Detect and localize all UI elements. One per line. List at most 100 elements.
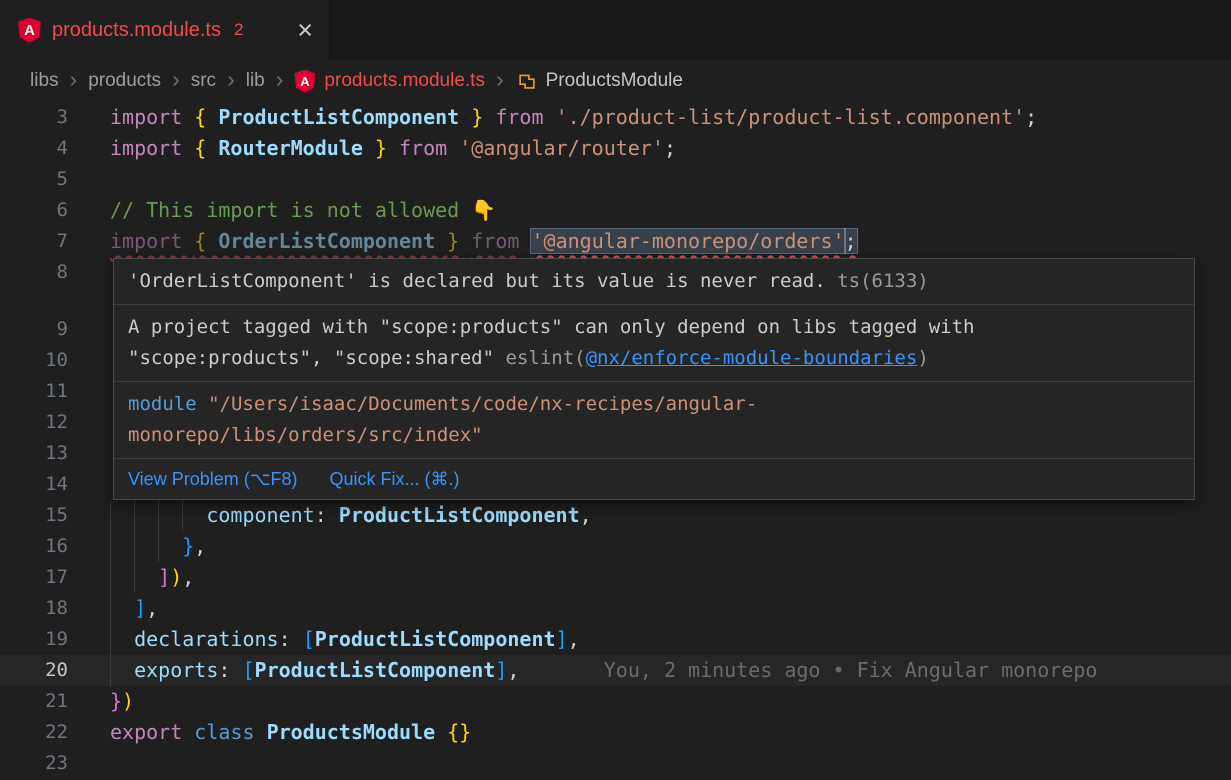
indent-guide — [110, 655, 111, 686]
code-line-15[interactable]: 15 component: ProductListComponent, — [0, 500, 1231, 531]
code-line-20[interactable]: 20 exports: [ProductListComponent],You, … — [0, 655, 1231, 686]
line-number: 9 — [0, 314, 68, 345]
line-number: 14 — [0, 469, 68, 500]
token: ) — [170, 565, 182, 589]
code-line-16[interactable]: 16 }, — [0, 531, 1231, 562]
token — [519, 229, 531, 253]
token: { — [194, 136, 206, 160]
code-content: exports: [ProductListComponent],You, 2 m… — [110, 655, 1097, 686]
token: { — [194, 105, 206, 129]
line-number: 17 — [0, 562, 68, 593]
hover-line: monorepo/libs/orders/src/index" — [128, 420, 1180, 451]
code-line-22[interactable]: 22export class ProductsModule {} — [0, 717, 1231, 748]
chevron-right-icon: › — [68, 68, 80, 95]
hover-text: "/Users/isaac/Documents/code/nx-recipes/… — [208, 393, 757, 415]
token: class — [194, 720, 254, 744]
token: } — [375, 136, 387, 160]
token: : — [218, 658, 242, 682]
code-content: ], — [110, 593, 158, 624]
token — [110, 534, 182, 558]
token: ProductListComponent — [315, 627, 556, 651]
line-number: 13 — [0, 438, 68, 469]
code-content: import { RouterModule } from '@angular/r… — [110, 133, 676, 164]
indent-guide — [134, 562, 135, 593]
code-line-21[interactable]: 21}) — [0, 686, 1231, 717]
line-number: 21 — [0, 686, 68, 717]
code-line-18[interactable]: 18 ], — [0, 593, 1231, 624]
token: from — [495, 105, 543, 129]
code-editor[interactable]: 3import { ProductListComponent } from '.… — [0, 102, 1231, 780]
token — [110, 658, 134, 682]
token: ProductsModule — [267, 720, 436, 744]
line-number: 7 — [0, 226, 68, 257]
line-number: 19 — [0, 624, 68, 655]
hover-line: module "/Users/isaac/Documents/code/nx-r… — [128, 389, 1180, 420]
hover-actions: View Problem (⌥F8) Quick Fix... (⌘.) — [114, 459, 1194, 499]
code-line-19[interactable]: 19 declarations: [ProductListComponent], — [0, 624, 1231, 655]
token: : — [315, 503, 339, 527]
token: } — [182, 534, 194, 558]
chevron-right-icon: › — [494, 68, 506, 95]
breadcrumb-file[interactable]: products.module.ts — [324, 70, 485, 92]
error-hover-popup: 'OrderListComponent' is declared but its… — [113, 258, 1195, 500]
eslint-rule-link[interactable]: @nx/enforce-module-boundaries — [586, 347, 918, 369]
token: , — [568, 627, 580, 651]
line-number: 15 — [0, 500, 68, 531]
code-content: export class ProductsModule {} — [110, 717, 471, 748]
code-line-23[interactable]: 23 — [0, 748, 1231, 779]
angular-icon: A — [294, 70, 315, 93]
token: [ — [303, 627, 315, 651]
code-content: import { ProductListComponent } from './… — [110, 102, 1037, 133]
token: ] — [158, 565, 170, 589]
token — [387, 136, 399, 160]
quick-fix-action[interactable]: Quick Fix... (⌘.) — [329, 465, 459, 493]
view-problem-action[interactable]: View Problem (⌥F8) — [128, 465, 297, 493]
line-number: 6 — [0, 195, 68, 226]
indent-guide — [158, 500, 159, 531]
token: component — [206, 503, 314, 527]
chevron-right-icon: › — [170, 68, 182, 95]
code-content: ]), — [110, 562, 194, 593]
token: ] — [495, 658, 507, 682]
line-number: 16 — [0, 531, 68, 562]
line-number: 23 — [0, 748, 68, 779]
token — [110, 627, 134, 651]
token: } — [447, 229, 459, 253]
indent-guide — [110, 593, 111, 624]
token: , — [182, 565, 194, 589]
chevron-right-icon: › — [274, 68, 286, 95]
token — [110, 596, 134, 620]
breadcrumb-symbol[interactable]: ProductsModule — [546, 70, 683, 92]
eslint-error-message: A project tagged with "scope:products" c… — [114, 305, 1194, 382]
angular-icon-letter: A — [300, 74, 309, 89]
line-number: 12 — [0, 407, 68, 438]
breadcrumb-products[interactable]: products — [88, 70, 161, 92]
code-line-6[interactable]: 6// This import is not allowed 👇 — [0, 195, 1231, 226]
line-number: 10 — [0, 345, 68, 376]
tab-title: products.module.ts — [52, 19, 221, 42]
breadcrumb-lib[interactable]: lib — [246, 70, 265, 92]
code-line-5[interactable]: 5 — [0, 164, 1231, 195]
indent-guide — [110, 500, 111, 531]
token: ; — [845, 229, 857, 253]
code-line-7[interactable]: 7import { OrderListComponent } from '@an… — [0, 226, 1231, 257]
token — [459, 229, 471, 253]
line-number: 11 — [0, 376, 68, 407]
token: } — [110, 689, 122, 713]
code-line-4[interactable]: 4import { RouterModule } from '@angular/… — [0, 133, 1231, 164]
token: , — [146, 596, 158, 620]
hover-line: 'OrderListComponent' is declared but its… — [128, 266, 1180, 297]
code-line-3[interactable]: 3import { ProductListComponent } from '.… — [0, 102, 1231, 133]
token: OrderListComponent — [206, 229, 447, 253]
breadcrumb-libs[interactable]: libs — [30, 70, 59, 92]
close-icon[interactable]: × — [297, 17, 313, 44]
tab-products-module[interactable]: A products.module.ts 2 × — [0, 0, 330, 60]
token — [255, 720, 267, 744]
token: , — [580, 503, 592, 527]
indent-guide — [134, 531, 135, 562]
hover-line: A project tagged with "scope:products" c… — [128, 312, 1180, 343]
line-number: 8 — [0, 257, 68, 288]
code-line-17[interactable]: 17 ]), — [0, 562, 1231, 593]
token — [544, 105, 556, 129]
breadcrumb-src[interactable]: src — [191, 70, 216, 92]
